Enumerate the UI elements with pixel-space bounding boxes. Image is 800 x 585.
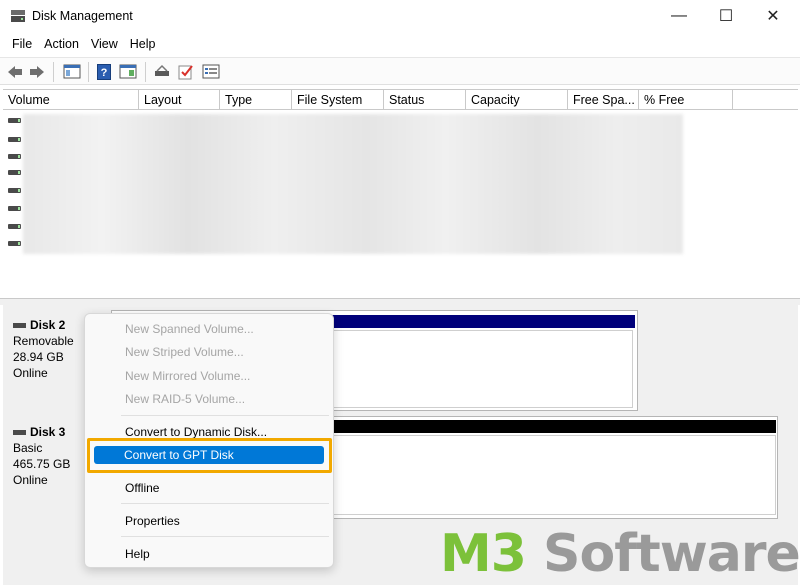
menu-bar: File Action View Help — [0, 32, 800, 56]
column-percent-free[interactable]: % Free — [639, 90, 733, 109]
disk-2-partition[interactable] — [330, 330, 633, 408]
volume-drive-icon[interactable] — [8, 241, 21, 246]
column-capacity[interactable]: Capacity — [466, 90, 568, 109]
toolbar: ? — [0, 57, 800, 85]
menu-file[interactable]: File — [6, 32, 38, 56]
menu-item-new-mirrored-volume: New Mirrored Volume... — [125, 369, 251, 383]
volume-drive-icon[interactable] — [8, 118, 21, 123]
connect-disk-icon[interactable] — [153, 63, 171, 80]
volume-drive-icon[interactable] — [8, 224, 21, 229]
menu-view[interactable]: View — [85, 32, 124, 56]
check-icon[interactable] — [177, 63, 195, 80]
menu-separator — [121, 415, 329, 416]
properties-icon[interactable] — [201, 63, 221, 80]
watermark-m3: M3 — [440, 524, 527, 584]
help-icon[interactable]: ? — [96, 63, 112, 80]
menu-action[interactable]: Action — [38, 32, 85, 56]
volume-list-header: Volume Layout Type File System Status Ca… — [3, 89, 798, 110]
column-layout[interactable]: Layout — [139, 90, 220, 109]
pane-splitter[interactable] — [0, 298, 800, 305]
watermark-software: Software — [525, 524, 800, 584]
menu-item-properties[interactable]: Properties — [125, 513, 180, 529]
volume-list — [3, 110, 798, 298]
disk-2-volume-bar — [330, 315, 635, 328]
toolbar-separator — [88, 62, 89, 82]
minimize-button[interactable]: — — [656, 0, 702, 32]
show-pane-icon[interactable] — [118, 63, 138, 80]
column-free-space[interactable]: Free Spa... — [568, 90, 639, 109]
menu-help[interactable]: Help — [124, 32, 162, 56]
volume-drive-icon[interactable] — [8, 170, 21, 175]
toolbar-separator — [53, 62, 54, 82]
console-tree-icon[interactable] — [62, 63, 82, 80]
maximize-button[interactable]: ☐ — [703, 0, 749, 32]
svg-text:?: ? — [101, 67, 108, 79]
menu-item-convert-gpt[interactable]: Convert to GPT Disk — [124, 447, 234, 463]
disk-3-partition[interactable] — [330, 435, 776, 515]
window-title: Disk Management — [32, 9, 133, 23]
column-volume[interactable]: Volume — [3, 90, 139, 109]
disk-icon — [13, 322, 26, 328]
menu-item-new-striped-volume: New Striped Volume... — [125, 345, 244, 359]
column-file-system[interactable]: File System — [292, 90, 384, 109]
disk-management-app-icon — [10, 9, 26, 23]
close-button[interactable]: ✕ — [750, 0, 796, 32]
volume-drive-icon[interactable] — [8, 206, 21, 211]
m3-software-watermark: M3 Software — [440, 524, 800, 584]
title-bar: Disk Management — ☐ ✕ — [0, 0, 800, 32]
volume-drive-icon[interactable] — [8, 188, 21, 193]
menu-separator — [121, 503, 329, 504]
back-icon[interactable] — [6, 63, 24, 80]
blurred-volume-rows — [23, 114, 683, 254]
volume-drive-icon[interactable] — [8, 154, 21, 159]
volume-drive-icon[interactable] — [8, 137, 21, 142]
toolbar-separator — [145, 62, 146, 82]
column-type[interactable]: Type — [220, 90, 292, 109]
menu-separator — [121, 536, 329, 537]
disk-3-name: Disk 3 — [30, 425, 66, 439]
disk-2-name: Disk 2 — [30, 318, 66, 332]
menu-item-new-spanned-volume: New Spanned Volume... — [125, 322, 254, 336]
forward-icon[interactable] — [28, 63, 46, 80]
menu-item-new-raid5-volume: New RAID-5 Volume... — [125, 392, 246, 406]
disk-icon — [13, 429, 26, 435]
menu-item-help[interactable]: Help — [125, 546, 150, 562]
column-status[interactable]: Status — [384, 90, 466, 109]
disk-3-volume-bar — [330, 420, 776, 433]
menu-item-offline[interactable]: Offline — [125, 480, 159, 496]
